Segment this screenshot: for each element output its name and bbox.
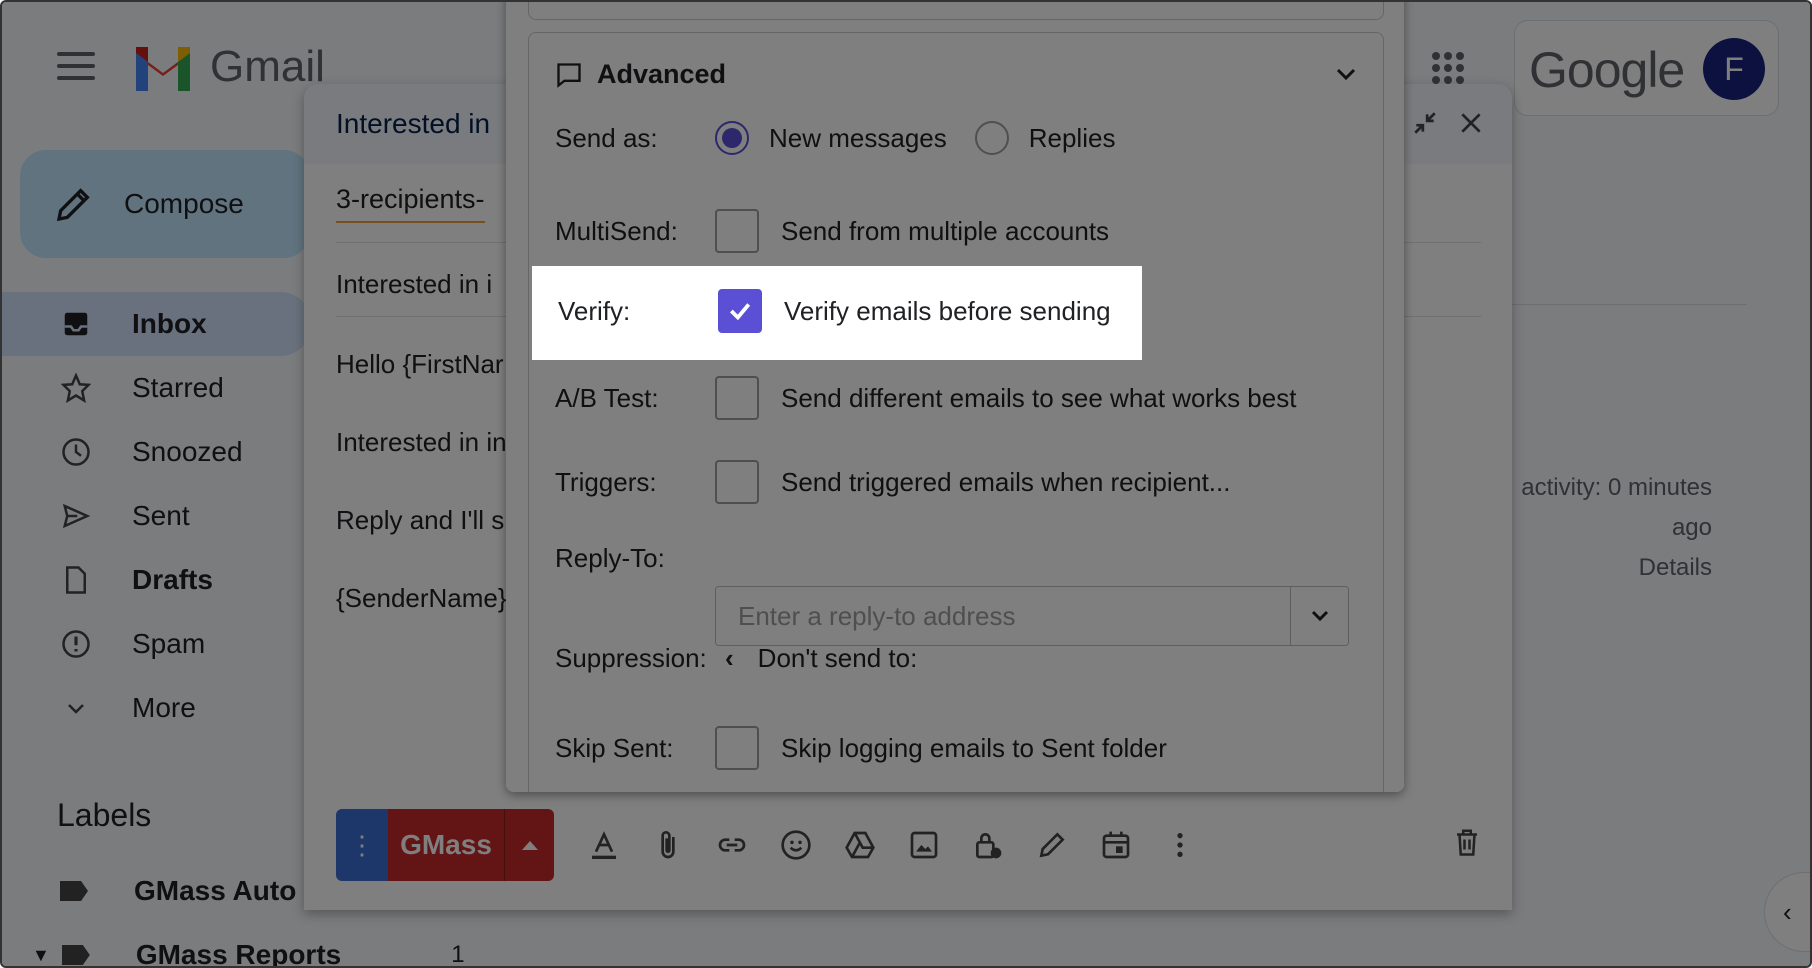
screen: Gmail Google F Compose Inbox Starred Sno…	[0, 0, 1812, 968]
verify-row: Verify: Verify emails before sending	[558, 289, 1111, 333]
verify-label: Verify:	[558, 295, 631, 326]
checkmark-icon	[729, 303, 751, 321]
verify-text: Verify emails before sending	[784, 295, 1111, 326]
verify-highlight: Verify: Verify emails before sending	[532, 266, 1142, 360]
panel-dim-overlay	[506, 2, 1404, 792]
verify-checkbox[interactable]	[718, 289, 762, 333]
gmass-settings-panel: Advanced Send as: New messages Replies M…	[506, 2, 1404, 792]
